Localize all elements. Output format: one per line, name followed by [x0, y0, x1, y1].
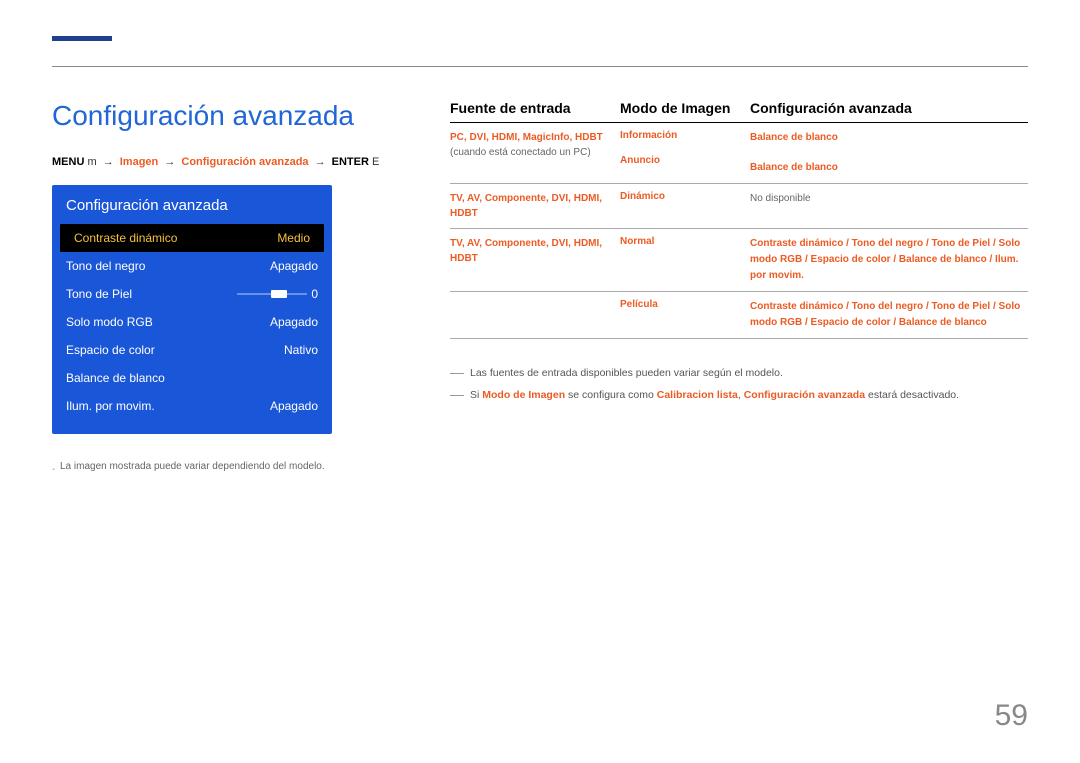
breadcrumb: MENU m → Imagen → Configuración avanzada…	[52, 156, 379, 168]
osd-row-color-space[interactable]: Espacio de colorNativo	[52, 336, 332, 364]
page-number: 59	[995, 699, 1028, 733]
osd-row-contrast[interactable]: Contraste dinámicoMedio	[60, 224, 324, 252]
slider-track[interactable]	[237, 291, 307, 297]
osd-row-black-tone[interactable]: Tono del negroApagado	[52, 252, 332, 280]
osd-panel: Configuración avanzada Contraste dinámic…	[52, 185, 332, 434]
slider-knob[interactable]	[271, 290, 287, 298]
accent-bar	[52, 36, 112, 41]
osd-row-rgb-only[interactable]: Solo modo RGBApagado	[52, 308, 332, 336]
osd-row-motion-light[interactable]: Ilum. por movim.Apagado	[52, 392, 332, 420]
table-row: Película Contraste dinámico / Tono del n…	[450, 292, 1028, 339]
page-title: Configuración avanzada	[52, 100, 354, 132]
osd-title: Configuración avanzada	[52, 197, 332, 224]
th-mode: Modo de Imagen	[620, 100, 750, 116]
settings-table: Fuente de entrada Modo de Imagen Configu…	[450, 100, 1028, 339]
th-config: Configuración avanzada	[750, 100, 1028, 116]
osd-row-skin-tone[interactable]: Tono de Piel0	[52, 280, 332, 308]
table-row: TV, AV, Componente, DVI, HDMI, HDBT Norm…	[450, 229, 1028, 292]
osd-row-white-balance[interactable]: Balance de blanco	[52, 364, 332, 392]
table-row: TV, AV, Componente, DVI, HDMI, HDBT Diná…	[450, 184, 1028, 229]
osd-note: La imagen mostrada puede variar dependie…	[60, 461, 325, 472]
table-row: PC, DVI, HDMI, MagicInfo, HDBT (cuando e…	[450, 123, 1028, 184]
footnotes: Las fuentes de entrada disponibles puede…	[450, 365, 1028, 409]
top-divider	[52, 66, 1028, 67]
note-dash: -	[52, 464, 55, 475]
th-source: Fuente de entrada	[450, 100, 620, 116]
